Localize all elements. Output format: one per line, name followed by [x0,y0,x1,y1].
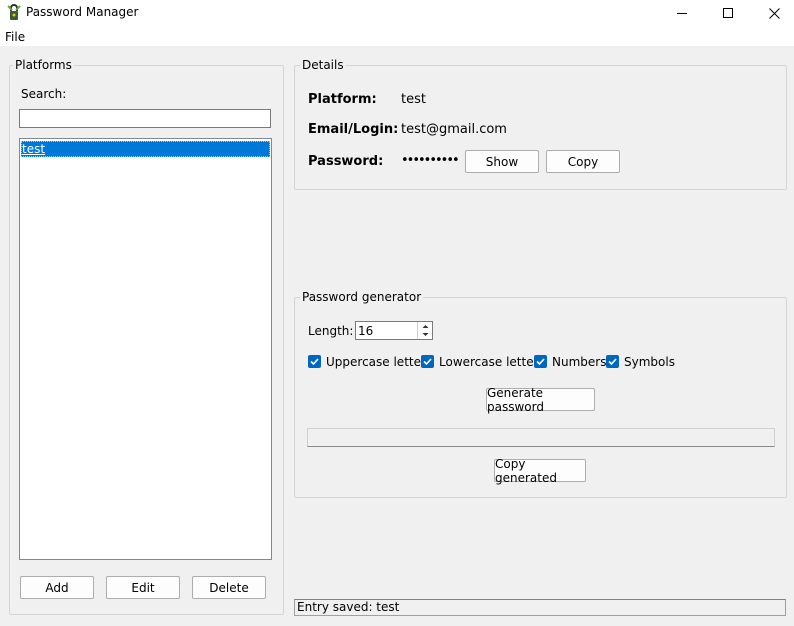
check-icon [608,358,617,366]
platform-label: Platform: [308,92,377,107]
copy-generated-button[interactable]: Copy generated [494,457,586,485]
delete-button[interactable]: Delete [192,576,266,599]
email-value: test@gmail.com [401,122,507,137]
generator-group-title: Password generator [300,290,424,304]
symbols-label[interactable]: Symbols [624,355,675,369]
symbols-checkbox[interactable] [606,355,619,368]
title-bar: Password Manager [0,0,794,26]
minimize-button[interactable] [659,0,705,26]
length-label: Length: [308,324,354,338]
platforms-group-title: Platforms [13,58,74,72]
details-group-title: Details [300,58,346,72]
lowercase-label[interactable]: Lowercase letters [439,355,545,369]
close-icon [768,7,780,19]
search-input[interactable] [19,109,271,128]
uppercase-label[interactable]: Uppercase letters [326,355,432,369]
edit-button[interactable]: Edit [106,576,180,599]
generate-password-button[interactable]: Generate password [486,386,595,414]
app-icon [6,4,22,21]
length-value: 16 [358,324,374,338]
check-icon [536,358,545,366]
minimize-icon [677,13,687,14]
numbers-label[interactable]: Numbers [552,355,606,369]
email-label: Email/Login: [308,122,399,137]
copy-password-button[interactable]: Copy [546,150,620,173]
check-icon [310,358,319,366]
maximize-icon [723,8,733,18]
lowercase-checkbox[interactable] [421,355,434,368]
password-value: •••••••••• [401,153,460,168]
length-spin-buttons[interactable] [417,322,432,339]
list-item[interactable]: test [21,141,270,157]
add-button[interactable]: Add [20,576,94,599]
close-button[interactable] [751,0,794,26]
spin-arrows-icon [422,325,429,336]
check-icon [423,358,432,366]
generated-password-field[interactable] [307,428,775,447]
password-label: Password: [308,154,384,169]
maximize-button[interactable] [705,0,751,26]
window-title: Password Manager [26,5,139,19]
uppercase-checkbox[interactable] [308,355,321,368]
menu-file[interactable]: File [5,30,25,44]
status-bar: Entry saved: test [294,599,786,616]
platform-value: test [401,92,426,107]
search-label: Search: [21,87,67,101]
menu-bar: File [0,26,794,46]
length-spinbox[interactable]: 16 [355,321,433,340]
show-password-button[interactable]: Show [465,150,539,173]
platforms-list[interactable]: test [19,138,272,560]
numbers-checkbox[interactable] [534,355,547,368]
